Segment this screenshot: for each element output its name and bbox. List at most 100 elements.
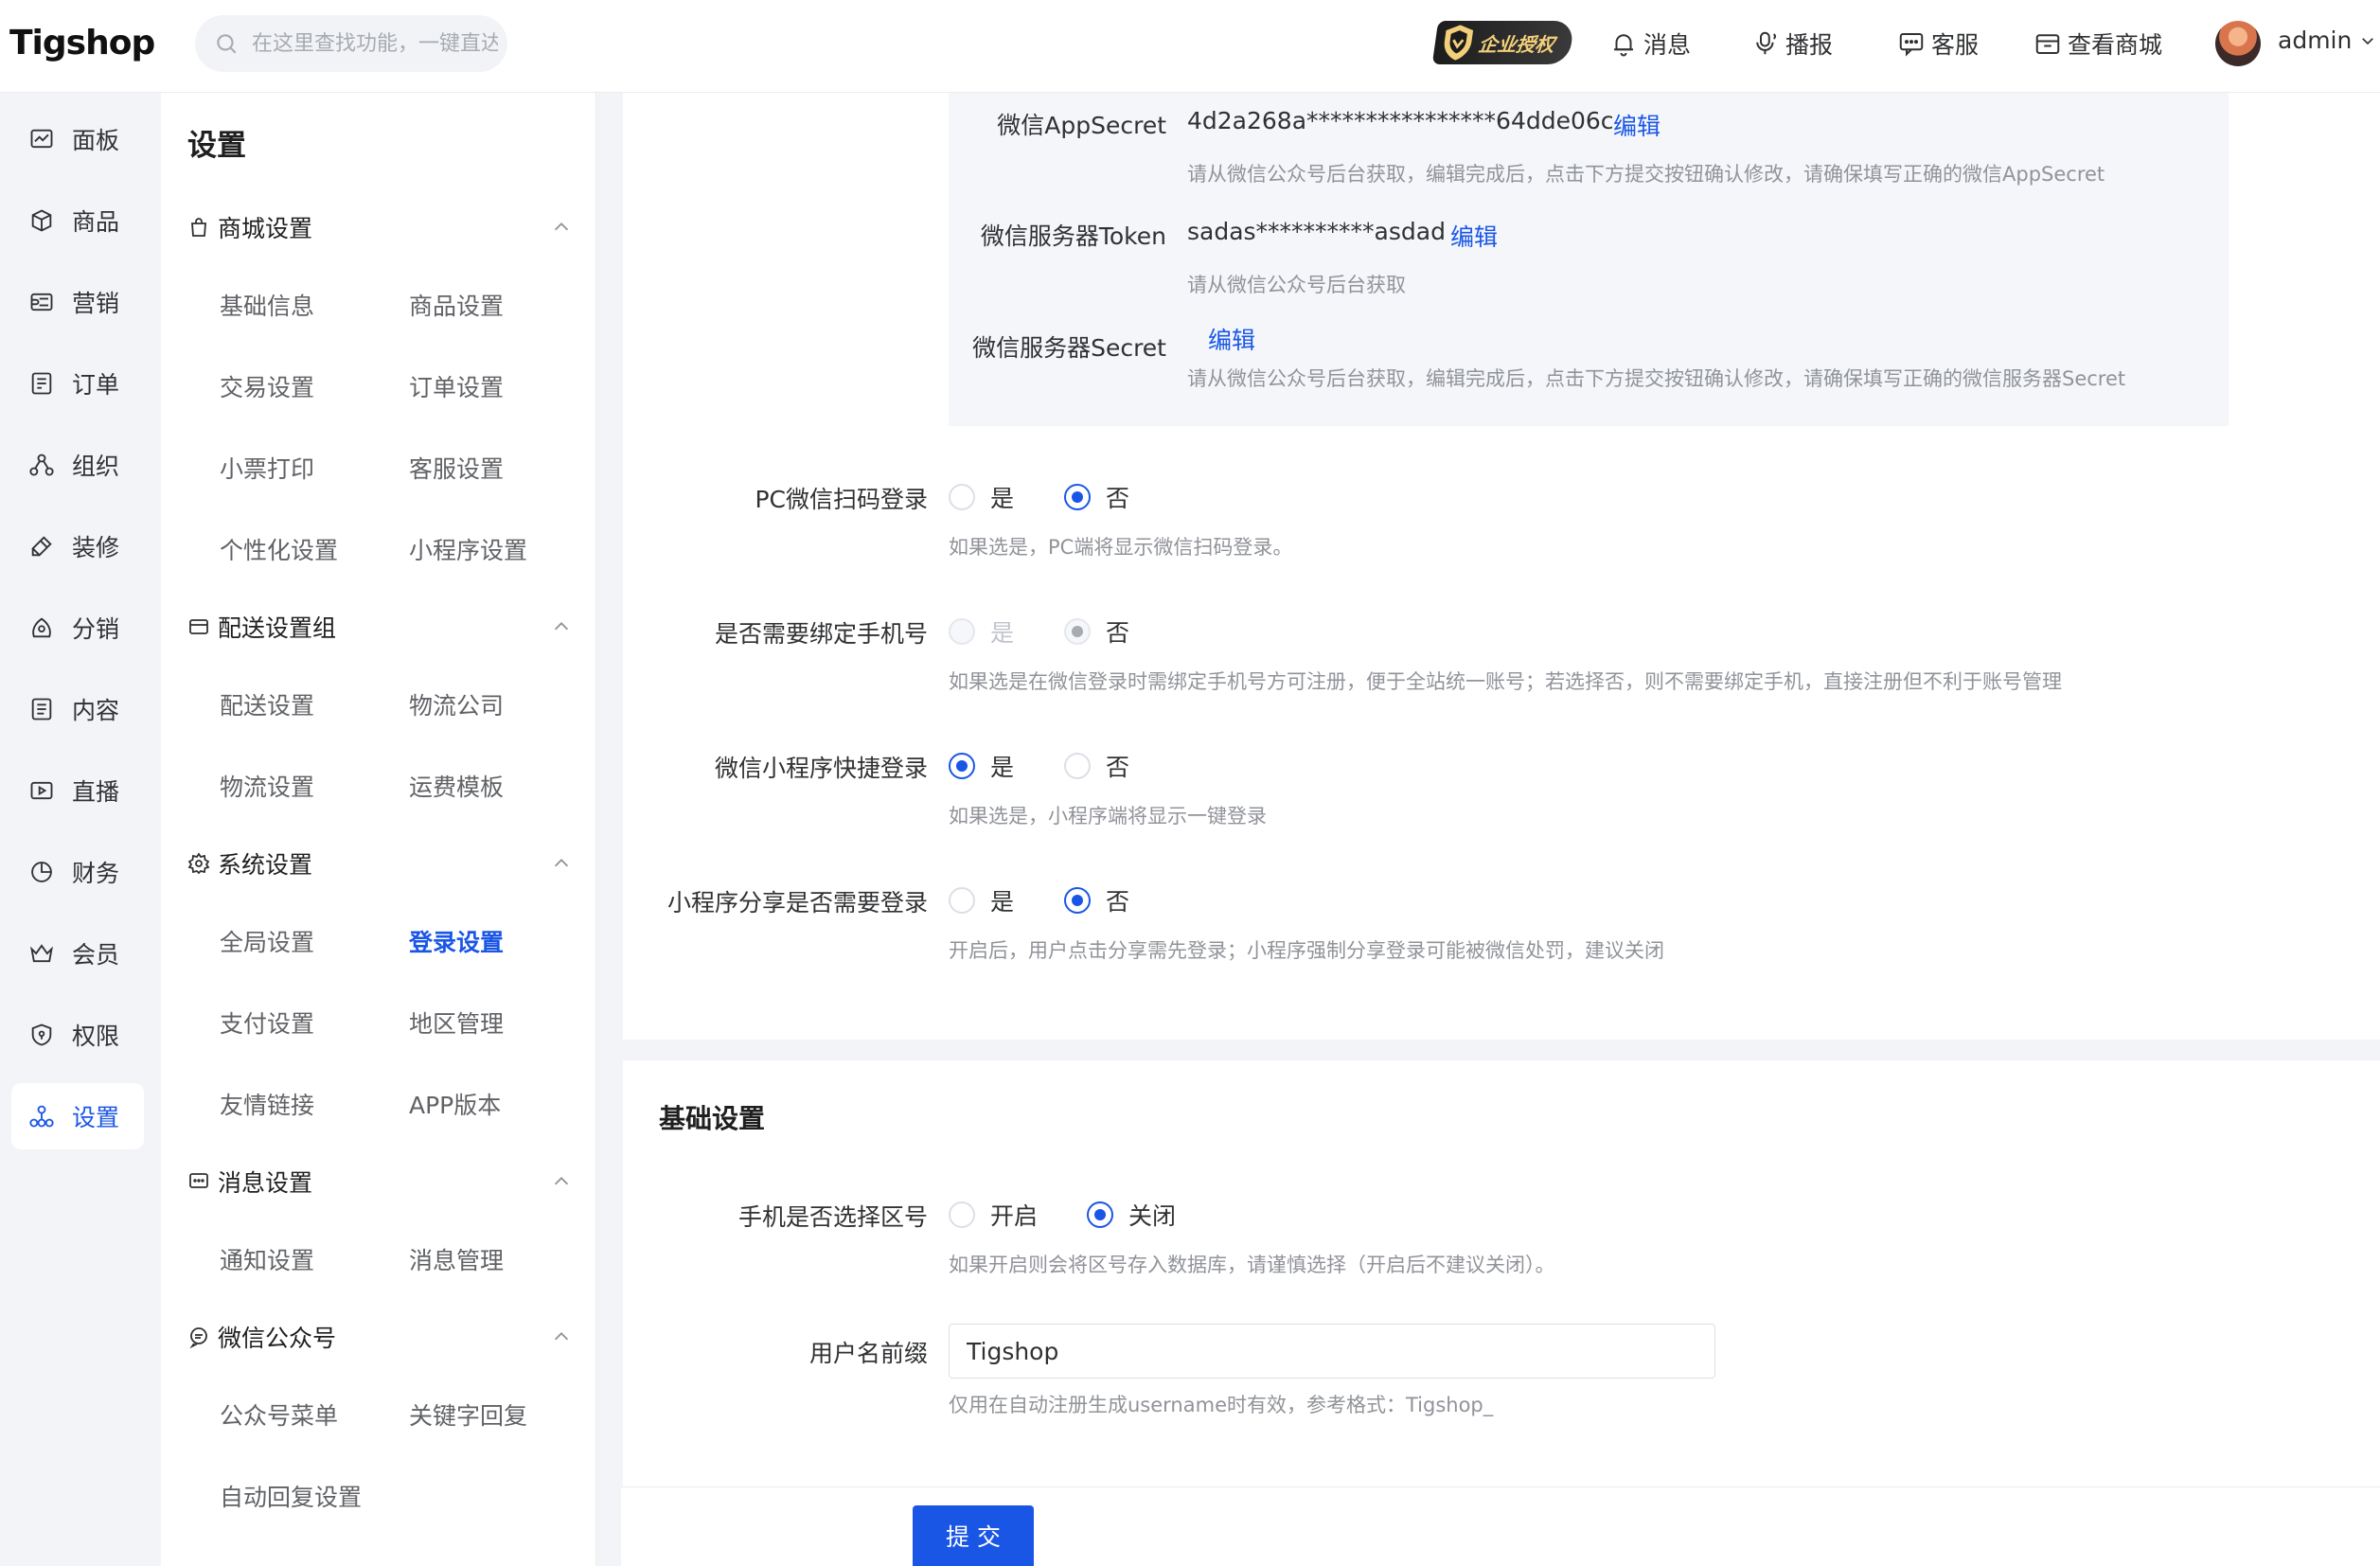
server-secret-edit-link[interactable]: 编辑 (1208, 322, 1255, 356)
nav-label: 直播 (72, 778, 120, 806)
chevron-up-icon (554, 622, 569, 631)
box-icon (31, 209, 52, 232)
miniapp-quick-login-hint: 如果选是，小程序端将显示一键登录 (949, 805, 1267, 827)
app-secret-edit-link[interactable]: 编辑 (1613, 108, 1661, 142)
nav-label: 营销 (72, 290, 120, 317)
submenu-item[interactable]: 全局设置 (220, 922, 314, 960)
submenu-item[interactable]: 地区管理 (409, 1004, 504, 1041)
miniapp-share-login-no-radio[interactable]: 否 (1064, 883, 1129, 917)
nav-item-content[interactable]: 内容 (11, 676, 144, 742)
messages-link[interactable]: 消息 (1609, 25, 1691, 62)
submenu-item[interactable]: 运费模板 (409, 767, 504, 805)
nav-item-permission[interactable]: 权限 (11, 1002, 144, 1068)
miniapp-share-login-yes-radio[interactable]: 是 (949, 883, 1014, 917)
nav-item-live[interactable]: 直播 (11, 757, 144, 824)
app-secret-hint: 请从微信公众号后台获取，编辑完成后，点击下方提交按钮确认修改，请确保填写正确的微… (1187, 163, 2105, 186)
user-menu[interactable]: admin (2278, 27, 2376, 54)
area-code-on-radio[interactable]: 开启 (949, 1198, 1038, 1232)
radio-dot (949, 887, 975, 914)
submenu-item[interactable]: 客服设置 (409, 449, 504, 487)
group-mall-settings[interactable]: 商城设置 (187, 206, 585, 248)
submenu-item[interactable]: 公众号菜单 (220, 1396, 338, 1433)
view-store-link[interactable]: 查看商城 (2034, 25, 2162, 62)
group-delivery-settings[interactable]: 配送设置组 (187, 606, 585, 648)
search-input[interactable] (252, 31, 498, 56)
radio-dot (1064, 484, 1091, 510)
submenu-item[interactable]: 配送设置 (220, 685, 314, 723)
submenu-item[interactable]: 订单设置 (409, 367, 504, 405)
bind-phone-hint: 如果选是在微信登录时需绑定手机号方可注册，便于全站统一账号；若选择否，则不需要绑… (949, 670, 2062, 693)
nav-item-distribution[interactable]: 分销 (11, 595, 144, 661)
radio-dot (949, 484, 975, 510)
submenu-item[interactable]: 个性化设置 (220, 530, 338, 568)
token-edit-link[interactable]: 编辑 (1450, 219, 1498, 253)
auth-badge-text: 企业授权 (1477, 32, 1556, 56)
submit-button[interactable]: 提 交 (913, 1505, 1034, 1566)
submenu-item[interactable]: 友情链接 (220, 1085, 314, 1123)
nav-item-products[interactable]: 商品 (11, 187, 144, 254)
pc-qr-login-yes-radio[interactable]: 是 (949, 480, 1014, 514)
avatar[interactable] (2215, 21, 2261, 66)
miniapp-quick-login-no-radio[interactable]: 否 (1064, 749, 1129, 783)
broadcast-link[interactable]: 播报 (1751, 25, 1833, 62)
submenu-item[interactable]: APP版本 (409, 1085, 501, 1123)
store-icon (2035, 34, 2060, 54)
radio-label: 是 (990, 619, 1015, 647)
submenu-item[interactable]: 关键字回复 (409, 1396, 527, 1433)
nav-label: 订单 (72, 371, 120, 399)
left-nav: 面板 商品 营销 订单 组织 装修 分销 内容 直播 财务 会员 权限 设置 (0, 93, 161, 1566)
nav-item-settings[interactable]: 设置 (11, 1083, 144, 1149)
submenu-item-login-settings[interactable]: 登录设置 (409, 922, 504, 960)
finance-icon (31, 862, 52, 882)
radio-label: 否 (1106, 485, 1130, 512)
search-icon (217, 34, 237, 54)
pc-qr-login-no-radio[interactable]: 否 (1064, 480, 1129, 514)
group-message-settings[interactable]: 消息设置 (187, 1161, 585, 1202)
customer-service-link[interactable]: 客服 (1897, 25, 1979, 62)
nav-item-orders[interactable]: 订单 (11, 350, 144, 417)
search-box[interactable] (195, 15, 507, 72)
chevron-up-icon (554, 222, 569, 231)
group-label: 消息设置 (218, 1169, 313, 1197)
pc-qr-login-label: PC微信扫码登录 (755, 486, 928, 513)
submenu-item[interactable]: 基础信息 (220, 286, 314, 324)
bind-phone-yes-radio: 是 (949, 614, 1014, 649)
submenu-item[interactable]: 商品设置 (409, 286, 504, 324)
submenu-item[interactable]: 自动回复设置 (220, 1477, 362, 1515)
submenu-item[interactable]: 交易设置 (220, 367, 314, 405)
submenu-item[interactable]: 物流设置 (220, 767, 314, 805)
nav-item-finance[interactable]: 财务 (11, 839, 144, 905)
submenu-title: 设置 (187, 129, 246, 163)
chevron-down-icon (2362, 37, 2374, 44)
group-wechat-official[interactable]: 微信公众号 (187, 1316, 585, 1358)
submenu-item[interactable]: 小程序设置 (409, 530, 527, 568)
customer-service-label: 客服 (1931, 31, 1980, 59)
nav-item-decorate[interactable]: 装修 (11, 513, 144, 579)
wechat-icon (189, 1327, 207, 1348)
submenu-item[interactable]: 通知设置 (220, 1240, 314, 1278)
enterprise-auth-badge[interactable]: 企业授权 (1431, 21, 1575, 64)
username-prefix-label: 用户名前缀 (808, 1340, 928, 1367)
member-icon (30, 944, 53, 963)
username-prefix-input[interactable] (949, 1324, 1715, 1379)
submenu-item[interactable]: 物流公司 (409, 685, 504, 723)
miniapp-quick-login-label: 微信小程序快捷登录 (714, 755, 928, 782)
area-code-off-radio[interactable]: 关闭 (1087, 1198, 1176, 1232)
nav-item-dashboard[interactable]: 面板 (11, 106, 144, 172)
radio-label: 否 (1106, 888, 1130, 916)
nav-item-member[interactable]: 会员 (11, 920, 144, 987)
tigshop-logo[interactable]: Tigshop (9, 19, 155, 66)
radio-label: 关闭 (1128, 1202, 1177, 1230)
nav-item-marketing[interactable]: 营销 (11, 269, 144, 335)
radio-label: 是 (990, 485, 1015, 512)
submenu-item[interactable]: 消息管理 (409, 1240, 504, 1278)
submenu-item[interactable]: 小票打印 (220, 449, 314, 487)
group-system-settings[interactable]: 系统设置 (187, 843, 585, 884)
broadcast-icon (1756, 31, 1776, 55)
radio-dot (949, 1201, 975, 1228)
miniapp-quick-login-yes-radio[interactable]: 是 (949, 749, 1014, 783)
nav-item-organization[interactable]: 组织 (11, 432, 144, 498)
submenu-item[interactable]: 支付设置 (220, 1004, 314, 1041)
miniapp-share-login-label: 小程序分享是否需要登录 (666, 889, 928, 916)
message-icon (189, 1173, 208, 1188)
